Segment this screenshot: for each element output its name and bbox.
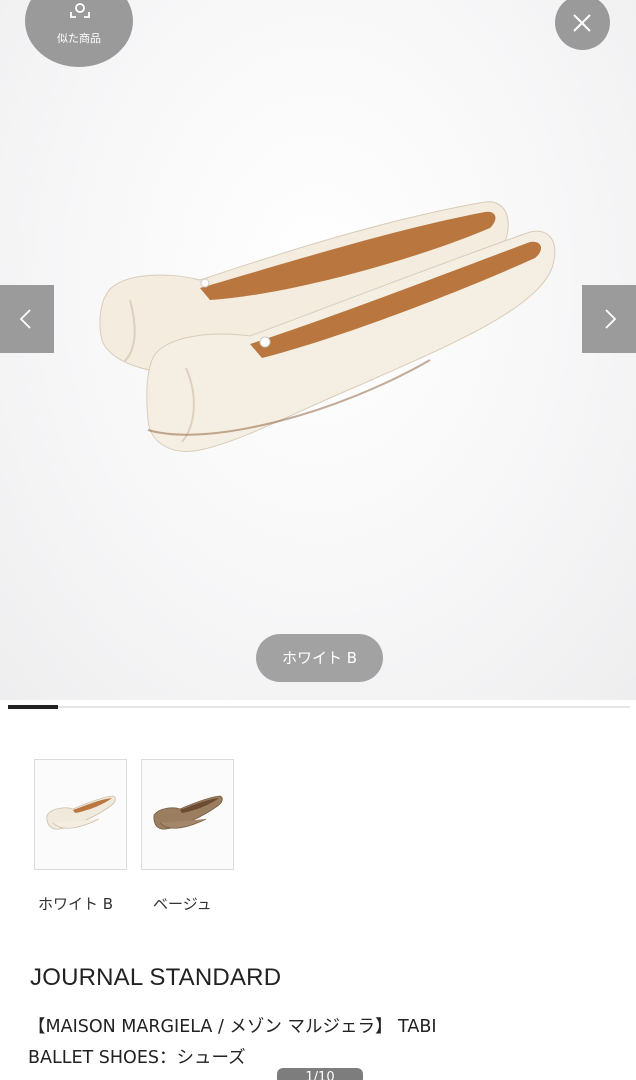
variant-label-beige: ベージュ: [153, 895, 212, 913]
variant-label-white-b: ホワイト B: [38, 895, 114, 913]
variant-shoe-image: [153, 795, 223, 830]
gallery-progress-track: [8, 705, 630, 709]
previous-image-button[interactable]: [0, 285, 54, 353]
chevron-right-icon: [605, 309, 617, 329]
brand-name[interactable]: JOURNAL STANDARD: [30, 964, 281, 992]
product-image-tabi-ballet-shoes: [99, 201, 556, 452]
variant-thumbnail-white-b[interactable]: [34, 759, 127, 870]
similar-items-label: 似た商品: [57, 32, 101, 45]
variant-shoe-image: [46, 795, 116, 830]
variant-thumbnail-beige[interactable]: [141, 759, 234, 870]
gallery-progress-fill: [8, 705, 58, 709]
chevron-left-icon: [19, 309, 31, 329]
product-title-line-1: 【MAISON MARGIELA / メゾン マルジェラ】 TABI: [28, 1017, 437, 1037]
next-image-button[interactable]: [582, 285, 636, 353]
image-counter-badge: 1/10: [277, 1068, 363, 1080]
current-color-badge: ホワイト B: [256, 634, 383, 682]
product-image-gallery[interactable]: 似た商品 ホワイト B: [0, 0, 636, 700]
product-title: 【MAISON MARGIELA / メゾン マルジェラ】 TABI BALLE…: [28, 1012, 628, 1074]
search-similar-icon: [70, 3, 90, 18]
close-icon: [573, 14, 591, 32]
